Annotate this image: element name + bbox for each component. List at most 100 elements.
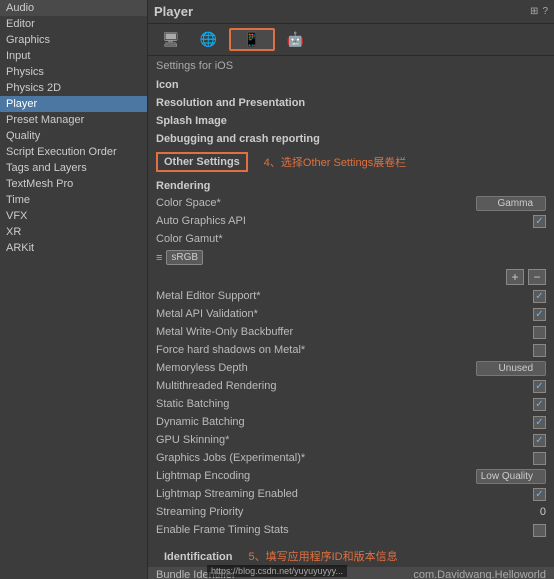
lightmap-streaming-checkbox[interactable] xyxy=(533,488,546,501)
color-gamut-label: Color Gamut* xyxy=(156,233,546,245)
sidebar-item-quality[interactable]: Quality xyxy=(0,128,147,144)
lightmap-streaming-label: Lightmap Streaming Enabled xyxy=(156,488,446,500)
bundle-identifier-label: Bundle Identifier xyxy=(156,569,413,579)
auto-graphics-row: Auto Graphics API xyxy=(148,212,554,230)
splash-section-header[interactable]: Splash Image xyxy=(148,112,554,130)
color-gamut-srgb-row: ≡ sRGB xyxy=(148,248,554,267)
metal-editor-row: Metal Editor Support* xyxy=(148,287,554,305)
debug-section-header[interactable]: Debugging and crash reporting xyxy=(148,130,554,148)
memoryless-dropdown[interactable]: Unused xyxy=(476,361,546,376)
gpu-skinning-label: GPU Skinning* xyxy=(156,434,446,446)
color-space-value: Gamma xyxy=(446,196,546,211)
other-settings-header[interactable]: Other Settings xyxy=(156,152,248,172)
multithreaded-label: Multithreaded Rendering xyxy=(156,380,446,392)
sidebar-item-graphics[interactable]: Graphics xyxy=(0,32,147,48)
help-icon[interactable]: ? xyxy=(542,6,548,17)
color-space-dropdown[interactable]: Gamma xyxy=(476,196,546,211)
resolution-section-header[interactable]: Resolution and Presentation xyxy=(148,94,554,112)
platform-tab-webgl[interactable]: 🌐 xyxy=(192,29,225,50)
metal-editor-label: Metal Editor Support* xyxy=(156,290,446,302)
settings-for-label: Settings for iOS xyxy=(148,56,554,76)
streaming-priority-value: 0 xyxy=(540,506,546,518)
metal-api-row: Metal API Validation* xyxy=(148,305,554,323)
sidebar-item-xr[interactable]: XR xyxy=(0,224,147,240)
frame-timing-row: Enable Frame Timing Stats xyxy=(148,521,554,539)
graphics-jobs-label: Graphics Jobs (Experimental)* xyxy=(156,452,446,464)
sidebar-item-physics2d[interactable]: Physics 2D xyxy=(0,80,147,96)
memoryless-row: Memoryless Depth Unused xyxy=(148,359,554,377)
force-hard-checkbox[interactable] xyxy=(533,344,546,357)
sidebar-item-audio[interactable]: Audio xyxy=(0,0,147,16)
main-panel: Player ⊞ ? 🖥 🌐 📱 🤖 Settings for iOS Icon… xyxy=(148,0,554,579)
ios-icon: 📱 xyxy=(243,31,260,47)
sidebar-item-script-execution[interactable]: Script Execution Order xyxy=(0,144,147,160)
streaming-priority-row: Streaming Priority 0 xyxy=(148,503,554,521)
memoryless-label: Memoryless Depth xyxy=(156,362,446,374)
sidebar-item-vfx[interactable]: VFX xyxy=(0,208,147,224)
gpu-skinning-checkbox[interactable] xyxy=(533,434,546,447)
platform-tab-ios[interactable]: 📱 xyxy=(229,28,274,51)
step5-annotation: 5、填写应用程序ID和版本信息 xyxy=(248,548,397,564)
sidebar-item-arkit[interactable]: ARKit xyxy=(0,240,147,256)
lightmap-encoding-dropdown[interactable]: Low Quality xyxy=(476,469,546,484)
sidebar-item-editor[interactable]: Editor xyxy=(0,16,147,32)
lightmap-streaming-row: Lightmap Streaming Enabled xyxy=(148,485,554,503)
frame-timing-label: Enable Frame Timing Stats xyxy=(156,524,446,536)
equals-icon: ≡ xyxy=(156,252,162,264)
metal-write-label: Metal Write-Only Backbuffer xyxy=(156,326,446,338)
metal-api-checkbox[interactable] xyxy=(533,308,546,321)
rendering-sub-header: Rendering xyxy=(148,176,554,194)
metal-api-label: Metal API Validation* xyxy=(156,308,446,320)
multithreaded-row: Multithreaded Rendering xyxy=(148,377,554,395)
sidebar-item-player[interactable]: Player xyxy=(0,96,147,112)
icon-section-header[interactable]: Icon xyxy=(148,76,554,94)
metal-write-checkbox[interactable] xyxy=(533,326,546,339)
sidebar-item-tags-layers[interactable]: Tags and Layers xyxy=(0,160,147,176)
other-settings-row: Other Settings 4、选择Other Settings展卷栏 xyxy=(148,148,554,176)
frame-timing-checkbox[interactable] xyxy=(533,524,546,537)
dynamic-batching-label: Dynamic Batching xyxy=(156,416,446,428)
auto-graphics-label: Auto Graphics API xyxy=(156,215,446,227)
multithreaded-checkbox[interactable] xyxy=(533,380,546,393)
streaming-priority-label: Streaming Priority xyxy=(156,506,446,518)
static-batching-label: Static Batching xyxy=(156,398,446,410)
player-header: Player ⊞ ? xyxy=(148,0,554,24)
bundle-identifier-value[interactable]: com.Davidwang.Helloworld xyxy=(413,569,546,579)
identification-section: Identification 5、填写应用程序ID和版本信息 Bundle Id… xyxy=(148,543,554,579)
static-batching-row: Static Batching xyxy=(148,395,554,413)
page-title: Player xyxy=(154,4,193,19)
sidebar: Audio Editor Graphics Input Physics Phys… xyxy=(0,0,148,579)
step4-annotation: 4、选择Other Settings展卷栏 xyxy=(256,152,414,172)
graphics-jobs-checkbox[interactable] xyxy=(533,452,546,465)
platform-tab-pc[interactable]: 🖥 xyxy=(154,29,188,50)
platform-tab-android[interactable]: 🤖 xyxy=(279,29,312,50)
plus-button[interactable]: + xyxy=(506,269,524,285)
lightmap-encoding-row: Lightmap Encoding Low Quality xyxy=(148,467,554,485)
auto-graphics-value xyxy=(446,215,546,228)
dynamic-batching-row: Dynamic Batching xyxy=(148,413,554,431)
sidebar-item-input[interactable]: Input xyxy=(0,48,147,64)
static-batching-checkbox[interactable] xyxy=(533,398,546,411)
force-hard-row: Force hard shadows on Metal* xyxy=(148,341,554,359)
header-icons: ⊞ ? xyxy=(530,6,548,17)
identification-header-row: Identification 5、填写应用程序ID和版本信息 xyxy=(148,545,554,567)
platform-tabs: 🖥 🌐 📱 🤖 xyxy=(148,24,554,56)
plus-minus-row: + − xyxy=(148,267,554,287)
auto-graphics-checkbox[interactable] xyxy=(533,215,546,228)
color-gamut-row: Color Gamut* xyxy=(148,230,554,248)
sidebar-item-time[interactable]: Time xyxy=(0,192,147,208)
color-space-label: Color Space* xyxy=(156,197,446,209)
metal-editor-checkbox[interactable] xyxy=(533,290,546,303)
sidebar-item-textmesh[interactable]: TextMesh Pro xyxy=(0,176,147,192)
dynamic-batching-checkbox[interactable] xyxy=(533,416,546,429)
srgb-tag: sRGB xyxy=(166,250,203,265)
metal-write-row: Metal Write-Only Backbuffer xyxy=(148,323,554,341)
sidebar-item-physics[interactable]: Physics xyxy=(0,64,147,80)
sidebar-item-preset-manager[interactable]: Preset Manager xyxy=(0,112,147,128)
gpu-skinning-row: GPU Skinning* xyxy=(148,431,554,449)
grid-icon[interactable]: ⊞ xyxy=(530,6,538,17)
color-space-row: Color Space* Gamma xyxy=(148,194,554,212)
force-hard-label: Force hard shadows on Metal* xyxy=(156,344,446,356)
minus-button[interactable]: − xyxy=(528,269,546,285)
lightmap-encoding-label: Lightmap Encoding xyxy=(156,470,446,482)
